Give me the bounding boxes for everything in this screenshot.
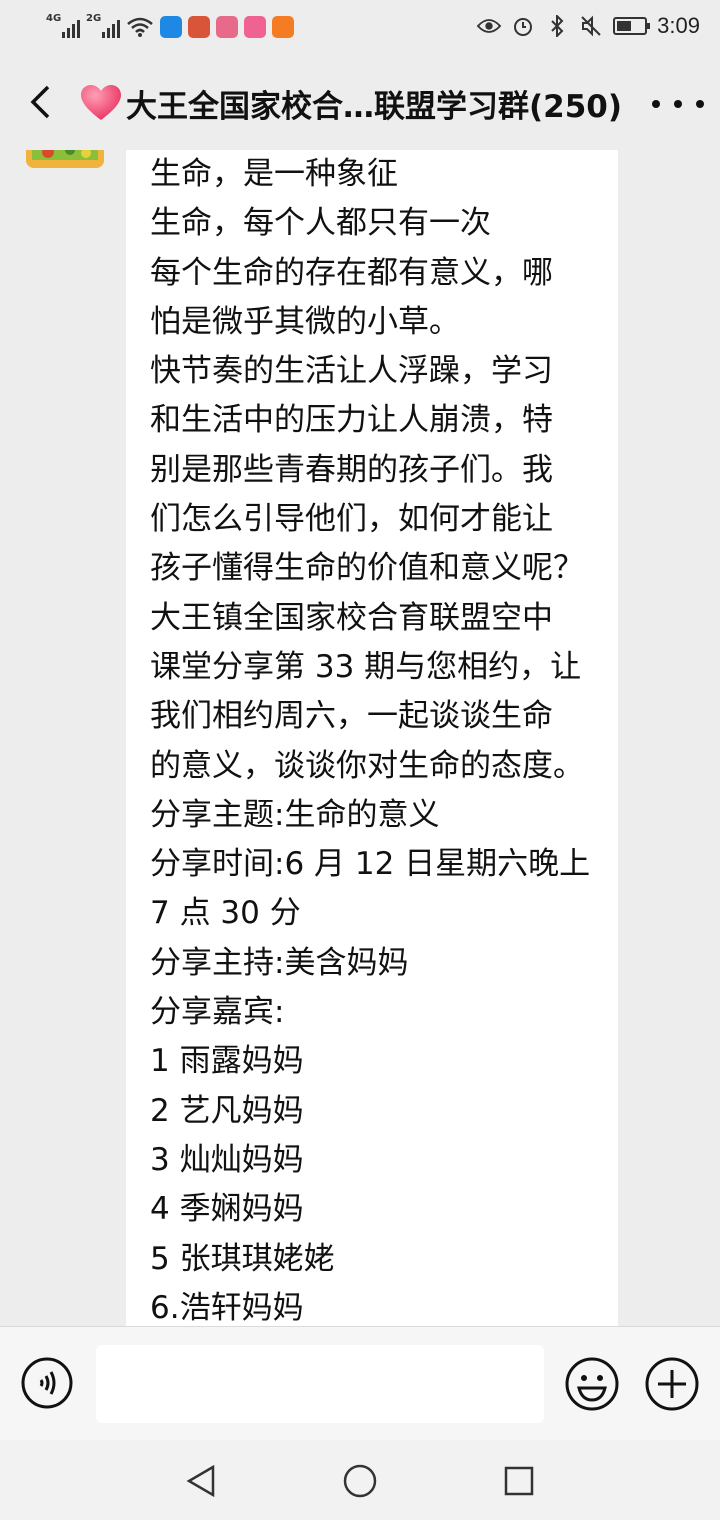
network-type-1: 4G <box>46 13 62 24</box>
dot-icon <box>674 100 682 108</box>
chevron-left-icon <box>30 85 50 119</box>
group-name: 大王全国家校合…联盟学习群(250) <box>126 88 623 125</box>
dot-icon <box>696 100 704 108</box>
circle-home-icon <box>343 1464 377 1498</box>
message-line: 怕是微乎其微的小草。 <box>150 303 460 340</box>
message-line: 分享主题:生命的意义 <box>150 796 440 833</box>
signal-icon: 4G <box>46 14 80 38</box>
message-bubble[interactable]: 生命，是一种象征生命，每个人都只有一次每个生命的存在都有意义，哪 怕是微乎其微的小… <box>126 150 618 1326</box>
status-right: 3:09 <box>477 12 700 40</box>
zhihu-app-icon <box>160 16 182 38</box>
nav-back-button[interactable] <box>182 1462 220 1500</box>
message-line: 大王镇全国家校合育联盟空中 <box>150 599 553 636</box>
more-button[interactable] <box>652 86 704 122</box>
input-bar <box>0 1326 720 1440</box>
message-line: 快节奏的生活让人浮躁，学习 <box>150 353 553 390</box>
avatar[interactable] <box>26 150 104 168</box>
nav-recents-button[interactable] <box>500 1462 538 1500</box>
status-bar: 4G 2G 3:09 <box>0 0 720 56</box>
app-notification-icon <box>244 16 266 38</box>
heart-icon <box>81 85 121 120</box>
plus-icon[interactable] <box>644 1356 700 1412</box>
message-line: 们怎么引导他们，如何才能让 <box>150 501 553 538</box>
message-line: 每个生命的存在都有意义，哪 <box>150 254 553 291</box>
message-line: 我们相约周六，一起谈谈生命 <box>150 698 553 735</box>
message-line: 5 张琪琪姥姥 <box>150 1240 335 1277</box>
app-notification-icon <box>216 16 238 38</box>
square-recents-icon <box>504 1466 534 1496</box>
message-line: 的意义，谈谈你对生命的态度。 <box>150 747 584 784</box>
message-line: 分享主持:美含妈妈 <box>150 944 409 981</box>
voice-icon[interactable] <box>20 1356 74 1410</box>
network-type-2: 2G <box>86 13 102 24</box>
triangle-back-icon <box>186 1464 215 1498</box>
message-line: 别是那些青春期的孩子们。我 <box>150 451 553 488</box>
message-line: 生命，每个人都只有一次 <box>150 205 491 242</box>
nav-home-button[interactable] <box>341 1462 379 1500</box>
app-notification-icon <box>272 16 294 38</box>
message-line: 7 点 30 分 <box>150 895 301 932</box>
battery-icon <box>613 17 651 35</box>
battery-level <box>617 21 632 31</box>
message-line: 4 季娴妈妈 <box>150 1191 304 1228</box>
chat-header: 大王全国家校合…联盟学习群(250) <box>0 56 720 150</box>
emoji-icon[interactable] <box>564 1356 620 1412</box>
mute-icon <box>579 12 603 40</box>
app-notification-icon <box>188 16 210 38</box>
eye-icon <box>477 12 502 40</box>
message-line: 课堂分享第 33 期与您相约，让 <box>150 648 582 685</box>
navigation-bar <box>0 1440 720 1520</box>
chat-area[interactable]: 生命，是一种象征生命，每个人都只有一次每个生命的存在都有意义，哪 怕是微乎其微的小… <box>0 150 720 1326</box>
message-line: 6.浩轩妈妈 <box>150 1289 304 1326</box>
signal-icon-2: 2G <box>86 14 120 38</box>
message-line: 和生活中的压力让人崩溃，特 <box>150 402 553 439</box>
back-button[interactable] <box>18 80 62 124</box>
status-left: 4G 2G <box>46 14 294 38</box>
message-input[interactable] <box>96 1345 544 1423</box>
message-line: 分享嘉宾: <box>150 994 285 1031</box>
message-line: 生命，是一种象征 <box>150 156 398 192</box>
dot-icon <box>652 100 660 108</box>
wifi-icon <box>127 17 153 37</box>
status-time: 3:09 <box>657 13 700 38</box>
message-line: 1 雨露妈妈 <box>150 1043 304 1080</box>
chat-title[interactable]: 大王全国家校合…联盟学习群(250) <box>80 80 640 126</box>
message-line: 孩子懂得生命的价值和意义呢？ <box>150 550 584 587</box>
bluetooth-icon <box>545 12 569 40</box>
message-line: 分享时间:6 月 12 日星期六晚上 <box>150 846 591 883</box>
alarm-icon <box>511 12 535 40</box>
message-line: 3 灿灿妈妈 <box>150 1141 304 1178</box>
message-line: 2 艺凡妈妈 <box>150 1092 304 1129</box>
